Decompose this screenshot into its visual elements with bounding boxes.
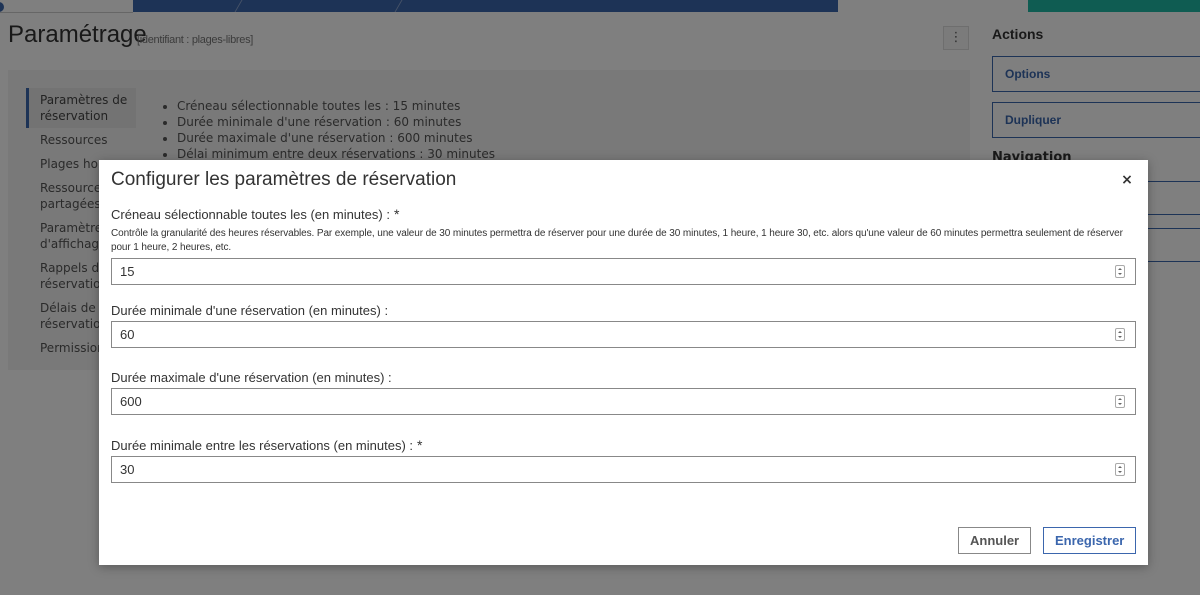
settings-dialog: Configurer les paramètres de réservation… (99, 160, 1148, 565)
max-duration-field: Durée maximale d'une réservation (en min… (111, 370, 1136, 415)
spinner-icon[interactable] (1115, 395, 1125, 408)
field-hint: Contrôle la granularité des heures réser… (111, 228, 1123, 253)
spinner-icon[interactable] (1115, 265, 1125, 278)
min-gap-field: Durée minimale entre les réservations (e… (111, 437, 1136, 483)
field-label: Durée maximale d'une réservation (en min… (111, 370, 392, 385)
cancel-button[interactable]: Annuler (958, 527, 1032, 554)
min-duration-input-box (111, 321, 1136, 348)
min-duration-input[interactable] (112, 322, 1108, 347)
min-gap-input-box (111, 456, 1136, 483)
required-mark: * (417, 437, 423, 453)
save-button[interactable]: Enregistrer (1043, 527, 1137, 554)
spinner-icon[interactable] (1115, 328, 1125, 341)
slot-granularity-input-box (111, 258, 1136, 285)
close-button[interactable]: × (1117, 170, 1137, 190)
min-duration-field: Durée minimale d'une réservation (en min… (111, 303, 1136, 348)
spinner-icon[interactable] (1115, 463, 1125, 476)
slot-granularity-field: Créneau sélectionnable toutes les (en mi… (111, 206, 1136, 285)
max-duration-input-box (111, 388, 1136, 415)
field-label: Durée minimale d'une réservation (en min… (111, 303, 389, 318)
slot-granularity-input[interactable] (112, 259, 1108, 284)
close-icon: × (1121, 172, 1133, 188)
field-label: Créneau sélectionnable toutes les (en mi… (111, 206, 400, 222)
min-gap-input[interactable] (112, 457, 1108, 482)
max-duration-input[interactable] (112, 389, 1108, 414)
field-label: Durée minimale entre les réservations (e… (111, 437, 423, 453)
dialog-title: Configurer les paramètres de réservation (111, 169, 457, 190)
required-mark: * (393, 206, 400, 222)
